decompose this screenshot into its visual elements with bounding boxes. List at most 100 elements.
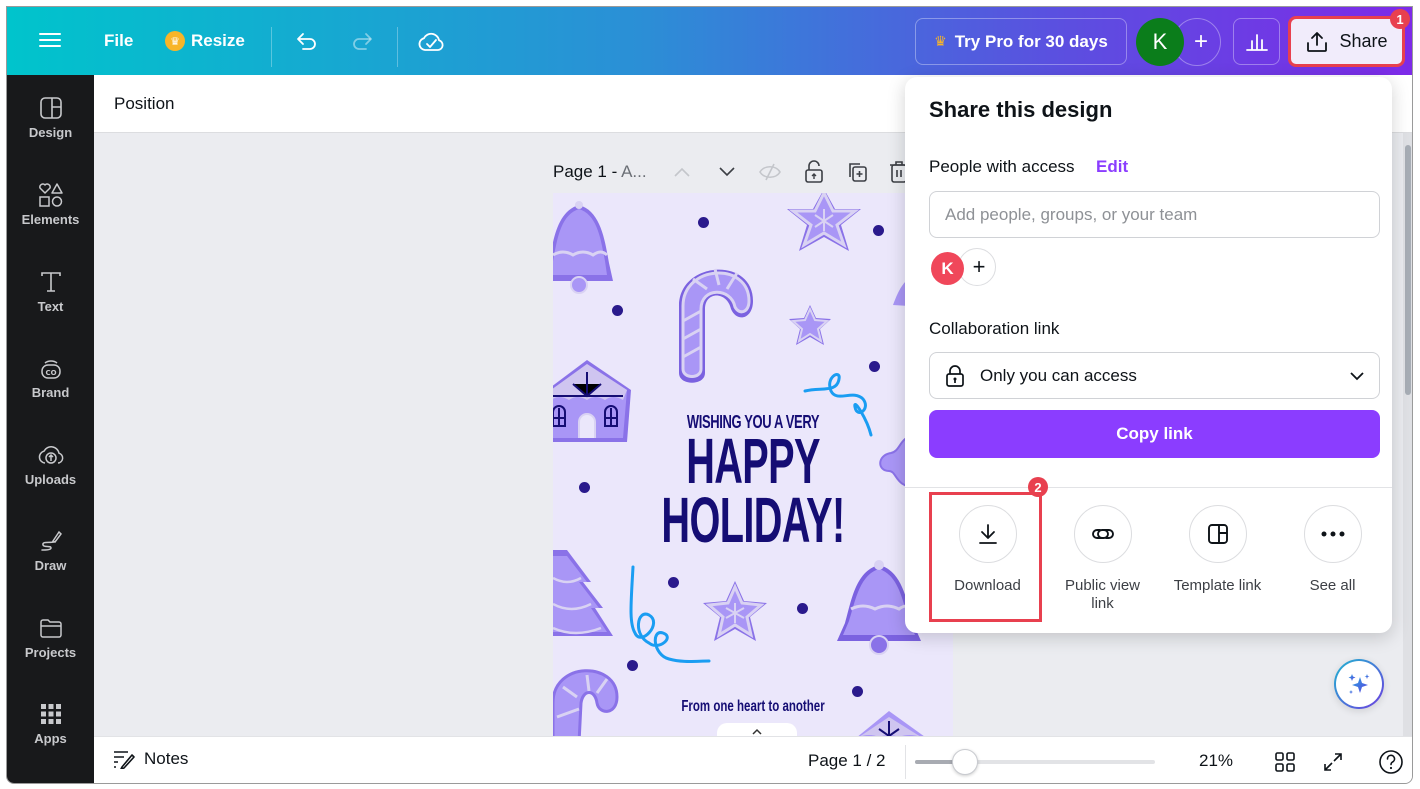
page-header: Page 1 - A...	[553, 157, 913, 187]
redo-button[interactable]	[345, 25, 379, 59]
notes-button[interactable]: Notes	[112, 749, 188, 769]
public-view-link-option-circle	[1073, 505, 1132, 563]
zoom-slider-thumb[interactable]	[952, 749, 978, 775]
lock-page-button[interactable]	[801, 159, 827, 185]
page-count-button[interactable]: Page 1 / 2	[808, 751, 886, 771]
toolbar-divider	[271, 27, 272, 67]
file-menu-button[interactable]: File	[104, 27, 133, 55]
page-up-button[interactable]	[669, 159, 695, 185]
sidebar-item-design[interactable]: Design	[7, 95, 94, 165]
sidebar-item-label: Draw	[34, 558, 67, 573]
download-option[interactable]: Download	[930, 505, 1045, 595]
member-avatar[interactable]: K	[931, 252, 964, 285]
see-all-option-circle	[1303, 505, 1362, 563]
sidebar-item-label: Projects	[24, 645, 77, 660]
chevron-down-icon	[1350, 371, 1364, 380]
public-view-link-option[interactable]: Public view link	[1045, 505, 1160, 613]
share-label: Share	[1339, 31, 1388, 51]
sidebar-item-text[interactable]: Text	[7, 269, 94, 339]
option-label: Template link	[1173, 577, 1262, 594]
access-level-dropdown[interactable]: Only you can access	[929, 352, 1380, 399]
template-link-option[interactable]: Template link	[1160, 505, 1275, 595]
option-label: See all	[1309, 577, 1356, 594]
user-avatar[interactable]: K	[1136, 18, 1184, 66]
link-icon	[1091, 529, 1114, 539]
undo-button[interactable]	[290, 25, 324, 59]
step-badge-1: 1	[1390, 9, 1410, 29]
decor-dot	[579, 482, 590, 493]
sidebar-item-uploads[interactable]: Uploads	[7, 442, 94, 512]
share-design-panel: Share this design People with access Edi…	[905, 77, 1392, 633]
greeting-line-2[interactable]: HAPPY	[629, 429, 877, 493]
text-icon	[38, 269, 64, 295]
hamburger-icon[interactable]	[37, 29, 63, 53]
copy-link-button[interactable]: Copy link	[929, 410, 1380, 458]
hide-page-button[interactable]	[757, 159, 783, 185]
top-toolbar: File ♛ Resize ♛ Try Pro for 30 days K + …	[7, 7, 1412, 75]
eye-off-icon	[759, 163, 781, 181]
add-people-input[interactable]	[929, 191, 1380, 238]
sidebar-item-label: Elements	[21, 212, 80, 227]
duplicate-page-button[interactable]	[844, 159, 870, 185]
share-upload-icon	[1307, 31, 1328, 52]
page-title[interactable]: Page 1 - A...	[553, 162, 647, 182]
help-icon	[1379, 750, 1403, 774]
chevron-down-icon	[719, 167, 735, 177]
unlock-icon	[805, 160, 823, 183]
sidebar-item-brand[interactable]: CO Brand	[7, 355, 94, 425]
try-pro-button[interactable]: ♛ Try Pro for 30 days	[915, 18, 1127, 65]
sidebar-item-label: Brand	[31, 385, 70, 400]
grid-view-button[interactable]	[1272, 749, 1298, 775]
edit-access-link[interactable]: Edit	[1096, 157, 1128, 177]
design-page-canvas[interactable]: WISHING YOU A VERY HAPPY HOLIDAY! From o…	[553, 193, 953, 738]
zoom-slider[interactable]	[915, 749, 1155, 775]
page-title-name: A...	[621, 162, 647, 181]
sidebar-item-elements[interactable]: Elements	[7, 182, 94, 252]
more-dots-icon	[1321, 531, 1344, 537]
decor-dot	[873, 225, 884, 236]
decor-dot	[869, 361, 880, 372]
template-icon	[1207, 524, 1228, 544]
magic-assistant-button[interactable]	[1334, 659, 1384, 709]
zoom-level[interactable]: 21%	[1199, 751, 1233, 771]
share-panel-title: Share this design	[929, 97, 1113, 122]
small-star-cookie-icon	[789, 305, 831, 345]
fullscreen-button[interactable]	[1320, 749, 1346, 775]
sidebar-item-label: Text	[37, 299, 64, 314]
option-label: Download	[954, 577, 1021, 594]
sidebar-item-label: Uploads	[24, 472, 77, 487]
sidebar-item-apps[interactable]: Apps	[7, 701, 94, 771]
share-panel-divider	[905, 487, 1392, 488]
svg-text:CO: CO	[45, 369, 56, 377]
position-button[interactable]: Position	[114, 94, 174, 114]
download-icon	[978, 524, 997, 544]
page-down-button[interactable]	[714, 159, 740, 185]
duplicate-icon	[849, 163, 867, 182]
resize-button[interactable]: ♛ Resize	[165, 27, 245, 55]
decor-dot	[627, 660, 638, 671]
resize-label: Resize	[191, 31, 245, 50]
access-level-value: Only you can access	[980, 365, 1137, 385]
sidebar-item-draw[interactable]: Draw	[7, 528, 94, 598]
lock-icon	[946, 364, 964, 387]
vertical-scrollbar[interactable]	[1403, 133, 1412, 736]
analytics-button[interactable]	[1233, 18, 1280, 65]
sidebar-item-projects[interactable]: Projects	[7, 615, 94, 685]
save-status-button[interactable]	[414, 25, 448, 59]
help-button[interactable]	[1378, 749, 1404, 775]
bar-chart-icon	[1245, 33, 1268, 51]
see-all-option[interactable]: See all	[1275, 505, 1390, 595]
chevron-up-icon	[752, 728, 762, 735]
greeting-line-3[interactable]: HOLIDAY!	[629, 488, 877, 552]
grid-view-icon	[1275, 752, 1295, 772]
scrollbar-thumb[interactable]	[1405, 145, 1411, 395]
footer-divider	[905, 745, 906, 779]
notes-icon	[114, 751, 135, 769]
left-sidebar: Design Elements Text CO Brand Uploads Dr…	[7, 75, 94, 783]
share-button[interactable]: Share	[1288, 16, 1405, 67]
decor-dot	[612, 305, 623, 316]
notes-label: Notes	[144, 749, 189, 768]
greeting-line-4[interactable]: From one heart to another	[609, 698, 897, 716]
people-access-label: People with access	[929, 157, 1075, 176]
app-window: File ♛ Resize ♛ Try Pro for 30 days K + …	[6, 6, 1413, 784]
